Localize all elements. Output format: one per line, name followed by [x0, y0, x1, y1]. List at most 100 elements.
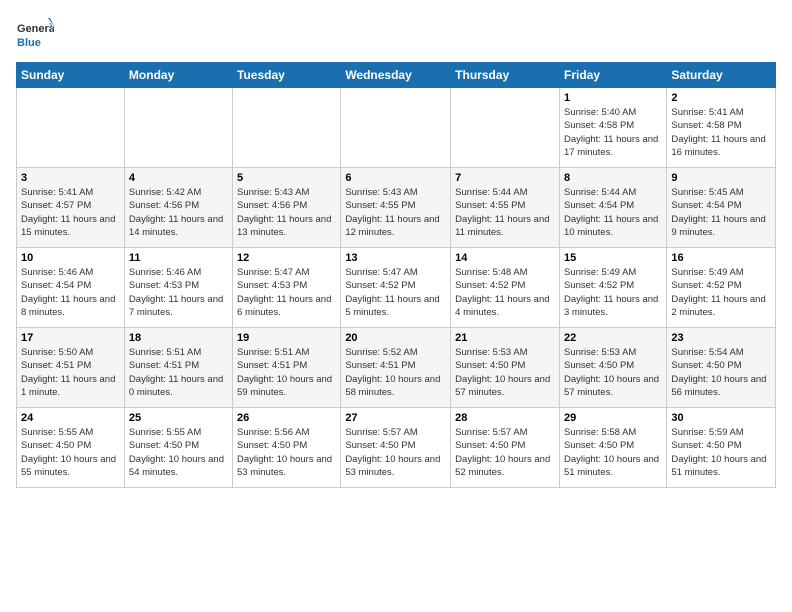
calendar-cell: [341, 88, 451, 168]
day-info: Sunrise: 5:47 AMSunset: 4:53 PMDaylight:…: [237, 266, 336, 319]
calendar-cell: 24 Sunrise: 5:55 AMSunset: 4:50 PMDayligh…: [17, 408, 125, 488]
day-info: Sunrise: 5:54 AMSunset: 4:50 PMDaylight:…: [671, 346, 771, 399]
weekday-header-thursday: Thursday: [451, 63, 560, 88]
day-info: Sunrise: 5:55 AMSunset: 4:50 PMDaylight:…: [129, 426, 228, 479]
day-number: 16: [671, 252, 771, 264]
calendar-cell: 25 Sunrise: 5:55 AMSunset: 4:50 PMDayligh…: [124, 408, 232, 488]
day-number: 29: [564, 412, 662, 424]
day-info: Sunrise: 5:40 AMSunset: 4:58 PMDaylight:…: [564, 106, 662, 159]
day-number: 9: [671, 172, 771, 184]
weekday-header-row: SundayMondayTuesdayWednesdayThursdayFrid…: [17, 63, 776, 88]
calendar-cell: 19 Sunrise: 5:51 AMSunset: 4:51 PMDayligh…: [233, 328, 341, 408]
calendar-week-4: 17 Sunrise: 5:50 AMSunset: 4:51 PMDayligh…: [17, 328, 776, 408]
weekday-header-sunday: Sunday: [17, 63, 125, 88]
day-number: 7: [455, 172, 555, 184]
day-number: 18: [129, 332, 228, 344]
calendar-cell: [17, 88, 125, 168]
day-number: 1: [564, 92, 662, 104]
day-info: Sunrise: 5:56 AMSunset: 4:50 PMDaylight:…: [237, 426, 336, 479]
day-info: Sunrise: 5:55 AMSunset: 4:50 PMDaylight:…: [21, 426, 120, 479]
day-info: Sunrise: 5:46 AMSunset: 4:54 PMDaylight:…: [21, 266, 120, 319]
day-number: 6: [345, 172, 446, 184]
calendar-cell: 15 Sunrise: 5:49 AMSunset: 4:52 PMDayligh…: [559, 248, 666, 328]
day-number: 28: [455, 412, 555, 424]
calendar-cell: 14 Sunrise: 5:48 AMSunset: 4:52 PMDayligh…: [451, 248, 560, 328]
day-number: 27: [345, 412, 446, 424]
calendar-cell: 23 Sunrise: 5:54 AMSunset: 4:50 PMDayligh…: [667, 328, 776, 408]
calendar-cell: 28Sunrise: 5:57 AMSunset: 4:50 PMDayligh…: [451, 408, 560, 488]
calendar-cell: 26 Sunrise: 5:56 AMSunset: 4:50 PMDayligh…: [233, 408, 341, 488]
day-info: Sunrise: 5:41 AMSunset: 4:57 PMDaylight:…: [21, 186, 120, 239]
calendar-cell: 11 Sunrise: 5:46 AMSunset: 4:53 PMDayligh…: [124, 248, 232, 328]
day-info: Sunrise: 5:45 AMSunset: 4:54 PMDaylight:…: [671, 186, 771, 239]
day-number: 24: [21, 412, 120, 424]
day-number: 5: [237, 172, 336, 184]
day-info: Sunrise: 5:49 AMSunset: 4:52 PMDaylight:…: [564, 266, 662, 319]
calendar-cell: 3 Sunrise: 5:41 AMSunset: 4:57 PMDaylight…: [17, 168, 125, 248]
day-info: Sunrise: 5:47 AMSunset: 4:52 PMDaylight:…: [345, 266, 446, 319]
weekday-header-friday: Friday: [559, 63, 666, 88]
calendar-week-2: 3 Sunrise: 5:41 AMSunset: 4:57 PMDaylight…: [17, 168, 776, 248]
calendar-cell: 21 Sunrise: 5:53 AMSunset: 4:50 PMDayligh…: [451, 328, 560, 408]
day-number: 23: [671, 332, 771, 344]
weekday-header-monday: Monday: [124, 63, 232, 88]
day-number: 12: [237, 252, 336, 264]
day-number: 25: [129, 412, 228, 424]
day-number: 26: [237, 412, 336, 424]
logo-wrapper: General Blue: [16, 16, 54, 54]
day-info: Sunrise: 5:43 AMSunset: 4:55 PMDaylight:…: [345, 186, 446, 239]
day-info: Sunrise: 5:52 AMSunset: 4:51 PMDaylight:…: [345, 346, 446, 399]
calendar-cell: 22Sunrise: 5:53 AMSunset: 4:50 PMDayligh…: [559, 328, 666, 408]
day-number: 3: [21, 172, 120, 184]
calendar-week-1: 1 Sunrise: 5:40 AMSunset: 4:58 PMDaylight…: [17, 88, 776, 168]
calendar-cell: 2 Sunrise: 5:41 AMSunset: 4:58 PMDaylight…: [667, 88, 776, 168]
day-info: Sunrise: 5:53 AMSunset: 4:50 PMDaylight:…: [455, 346, 555, 399]
day-info: Sunrise: 5:51 AMSunset: 4:51 PMDaylight:…: [129, 346, 228, 399]
day-number: 22: [564, 332, 662, 344]
day-info: Sunrise: 5:42 AMSunset: 4:56 PMDaylight:…: [129, 186, 228, 239]
weekday-header-wednesday: Wednesday: [341, 63, 451, 88]
day-info: Sunrise: 5:46 AMSunset: 4:53 PMDaylight:…: [129, 266, 228, 319]
day-info: Sunrise: 5:41 AMSunset: 4:58 PMDaylight:…: [671, 106, 771, 159]
day-info: Sunrise: 5:49 AMSunset: 4:52 PMDaylight:…: [671, 266, 771, 319]
calendar-cell: 27 Sunrise: 5:57 AMSunset: 4:50 PMDayligh…: [341, 408, 451, 488]
day-info: Sunrise: 5:48 AMSunset: 4:52 PMDaylight:…: [455, 266, 555, 319]
day-number: 13: [345, 252, 446, 264]
day-number: 11: [129, 252, 228, 264]
day-number: 4: [129, 172, 228, 184]
day-info: Sunrise: 5:51 AMSunset: 4:51 PMDaylight:…: [237, 346, 336, 399]
calendar-cell: 20 Sunrise: 5:52 AMSunset: 4:51 PMDayligh…: [341, 328, 451, 408]
calendar-cell: 12 Sunrise: 5:47 AMSunset: 4:53 PMDayligh…: [233, 248, 341, 328]
day-info: Sunrise: 5:44 AMSunset: 4:55 PMDaylight:…: [455, 186, 555, 239]
calendar-cell: 30 Sunrise: 5:59 AMSunset: 4:50 PMDayligh…: [667, 408, 776, 488]
weekday-header-saturday: Saturday: [667, 63, 776, 88]
svg-text:General: General: [17, 23, 54, 35]
calendar-cell: [451, 88, 560, 168]
calendar-cell: 29 Sunrise: 5:58 AMSunset: 4:50 PMDayligh…: [559, 408, 666, 488]
calendar-cell: 8Sunrise: 5:44 AMSunset: 4:54 PMDaylight…: [559, 168, 666, 248]
logo-graphic-icon: General Blue: [16, 16, 54, 54]
day-info: Sunrise: 5:58 AMSunset: 4:50 PMDaylight:…: [564, 426, 662, 479]
day-number: 19: [237, 332, 336, 344]
calendar-cell: 1 Sunrise: 5:40 AMSunset: 4:58 PMDaylight…: [559, 88, 666, 168]
day-number: 20: [345, 332, 446, 344]
calendar-cell: 10 Sunrise: 5:46 AMSunset: 4:54 PMDayligh…: [17, 248, 125, 328]
day-info: Sunrise: 5:43 AMSunset: 4:56 PMDaylight:…: [237, 186, 336, 239]
calendar-cell: [233, 88, 341, 168]
day-number: 15: [564, 252, 662, 264]
day-number: 30: [671, 412, 771, 424]
day-info: Sunrise: 5:59 AMSunset: 4:50 PMDaylight:…: [671, 426, 771, 479]
calendar-cell: 13 Sunrise: 5:47 AMSunset: 4:52 PMDayligh…: [341, 248, 451, 328]
calendar-cell: 7 Sunrise: 5:44 AMSunset: 4:55 PMDaylight…: [451, 168, 560, 248]
calendar-week-5: 24 Sunrise: 5:55 AMSunset: 4:50 PMDayligh…: [17, 408, 776, 488]
calendar-cell: [124, 88, 232, 168]
day-number: 10: [21, 252, 120, 264]
calendar-cell: 4 Sunrise: 5:42 AMSunset: 4:56 PMDaylight…: [124, 168, 232, 248]
day-info: Sunrise: 5:50 AMSunset: 4:51 PMDaylight:…: [21, 346, 120, 399]
day-number: 2: [671, 92, 771, 104]
day-number: 17: [21, 332, 120, 344]
calendar-week-3: 10 Sunrise: 5:46 AMSunset: 4:54 PMDayligh…: [17, 248, 776, 328]
day-number: 21: [455, 332, 555, 344]
day-number: 14: [455, 252, 555, 264]
day-info: Sunrise: 5:57 AMSunset: 4:50 PMDaylight:…: [345, 426, 446, 479]
